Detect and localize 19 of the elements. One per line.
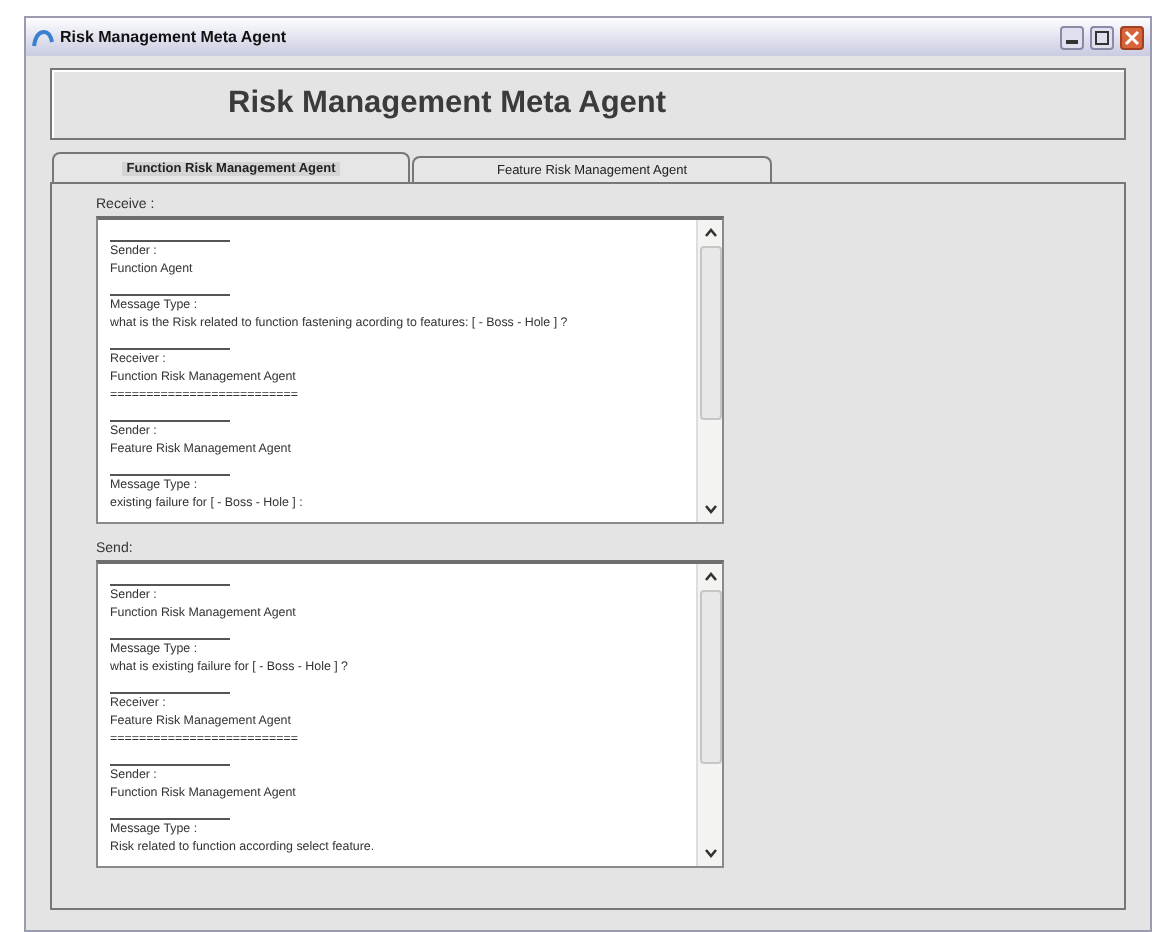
message-log[interactable] (96, 216, 724, 524)
scrollbar[interactable] (696, 220, 722, 522)
scroll-down-icon[interactable] (701, 500, 719, 518)
minimize-button[interactable] (1060, 25, 1084, 49)
maximize-button[interactable] (1090, 25, 1114, 49)
scroll-up-icon[interactable] (701, 224, 719, 242)
scroll-up-icon[interactable] (701, 568, 719, 586)
scroll-thumb[interactable] (699, 590, 721, 764)
scroll-thumb[interactable] (699, 246, 721, 420)
message-log[interactable] (96, 560, 724, 868)
maximize-icon (1094, 29, 1110, 45)
scroll-down-icon[interactable] (701, 844, 719, 862)
scrollbar[interactable] (696, 564, 722, 866)
minimize-icon (1066, 40, 1078, 44)
close-icon (1124, 29, 1140, 45)
header-title: Risk Management Meta Agent (228, 86, 667, 122)
app-icon (32, 27, 54, 47)
close-button[interactable] (1120, 25, 1144, 49)
window-title: Risk Management Meta Agent (60, 28, 289, 46)
